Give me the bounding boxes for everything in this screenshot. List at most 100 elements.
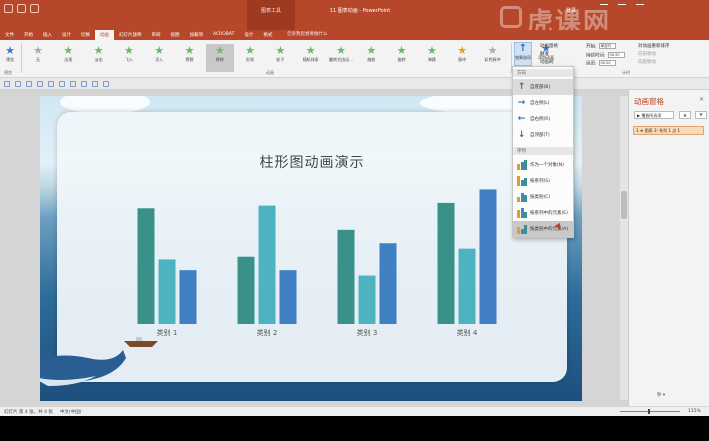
move-earlier-button[interactable]: 向前移动 bbox=[638, 51, 670, 59]
chart-bar[interactable] bbox=[458, 248, 476, 324]
arrow-down-icon: ↓ bbox=[517, 129, 526, 140]
direction-option[interactable]: ← 自右侧(R) bbox=[513, 111, 573, 127]
animation-pane-title: 动画窗格 bbox=[634, 97, 664, 106]
duration-input[interactable]: 00.50 bbox=[607, 51, 625, 58]
animation-star-icon: ★ bbox=[426, 44, 437, 57]
animation-effect-0[interactable]: ★ 无 bbox=[24, 44, 52, 72]
chart-bar[interactable] bbox=[358, 275, 376, 324]
tab-6[interactable]: 幻灯片放映 bbox=[114, 30, 147, 40]
tab-8[interactable]: 视图 bbox=[166, 30, 185, 40]
animation-effect-2[interactable]: ★ 淡出 bbox=[85, 44, 113, 72]
animation-effect-12[interactable]: ★ 旋转 bbox=[388, 44, 416, 72]
toolbar-tool-icon[interactable] bbox=[37, 81, 43, 87]
close-icon[interactable] bbox=[636, 4, 644, 12]
chart-bar[interactable] bbox=[337, 229, 355, 324]
zoom-slider[interactable] bbox=[620, 409, 680, 414]
effect-options-button[interactable]: ↑ 效果选项 bbox=[514, 42, 532, 66]
animation-effect-label: 劈裂 bbox=[185, 57, 194, 62]
undo-icon[interactable] bbox=[17, 4, 26, 13]
powerpoint-window: 图表工具 11 图表动画 - PowerPoint 登录 虎课网 文件 开始 插入设… bbox=[0, 0, 709, 441]
animation-effect-14[interactable]: ★ 脉冲 bbox=[448, 44, 476, 72]
tab-4[interactable]: 切换 bbox=[76, 30, 95, 40]
chart-bar[interactable] bbox=[479, 189, 497, 324]
tab-7[interactable]: 审阅 bbox=[147, 30, 166, 40]
tab-10[interactable]: ACROBAT bbox=[208, 30, 239, 40]
slide[interactable]: 柱形图动画演示 类别 1 类别 2 类别 3 类别 4 bbox=[40, 96, 582, 401]
sequence-option[interactable]: 按系列(S) bbox=[513, 173, 573, 189]
chart-bar[interactable] bbox=[258, 205, 276, 324]
tab-0[interactable]: 文件 bbox=[0, 30, 19, 40]
animation-effect-9[interactable]: ★ 随机线条 bbox=[297, 44, 325, 72]
delay-input[interactable]: 00.00 bbox=[598, 60, 616, 66]
tab-2[interactable]: 插入 bbox=[38, 30, 57, 40]
animation-effect-label: 出现 bbox=[64, 57, 73, 62]
animation-effect-1[interactable]: ★ 出现 bbox=[54, 44, 82, 72]
direction-option[interactable]: → 自左侧(L) bbox=[513, 95, 573, 111]
toolbar-tool-icon[interactable] bbox=[4, 81, 10, 87]
direction-header: 方向 bbox=[513, 69, 573, 77]
animation-effect-11[interactable]: ★ 缩放 bbox=[357, 44, 385, 72]
trigger-button[interactable]: 触发 bbox=[540, 51, 558, 59]
sequence-option[interactable]: 按类别中的元素(A) bbox=[513, 221, 573, 237]
preview-button[interactable]: ★ 预览 bbox=[1, 44, 19, 72]
tab-11[interactable]: 设计 bbox=[239, 30, 258, 40]
maximize-icon[interactable] bbox=[618, 4, 626, 12]
chart-bar[interactable] bbox=[437, 202, 455, 324]
tab-9[interactable]: 加载项 bbox=[185, 30, 209, 40]
animation-effect-10[interactable]: ★ 翻转式由远... bbox=[327, 44, 355, 72]
tab-3[interactable]: 设计 bbox=[57, 30, 76, 40]
animation-effect-7[interactable]: ★ 形状 bbox=[236, 44, 264, 72]
animation-effect-3[interactable]: ★ 飞入 bbox=[115, 44, 143, 72]
toolbar-tool-icon[interactable] bbox=[48, 81, 54, 87]
animation-effect-4[interactable]: ★ 浮入 bbox=[145, 44, 173, 72]
animation-effect-5[interactable]: ★ 劈裂 bbox=[176, 44, 204, 72]
language-indicator[interactable]: 中文(中国) bbox=[60, 409, 82, 415]
animation-effect-6[interactable]: ★ 擦除 bbox=[205, 44, 234, 72]
tab-1[interactable]: 开始 bbox=[19, 30, 38, 40]
toolbar-tool-icon[interactable] bbox=[59, 81, 65, 87]
toolbar-tool-icon[interactable] bbox=[103, 81, 109, 87]
chart-bar[interactable] bbox=[237, 256, 255, 324]
toolbar-tool-icon[interactable] bbox=[81, 81, 87, 87]
toolbar-tool-icon[interactable] bbox=[92, 81, 98, 87]
timeline-seconds[interactable]: 秒 ▾ bbox=[657, 392, 665, 398]
sequence-chart-icon bbox=[516, 159, 527, 171]
play-selected-button[interactable]: ▶ 播放所选项 bbox=[634, 111, 674, 119]
zoom-slider-thumb[interactable] bbox=[648, 409, 650, 414]
chart-bar[interactable] bbox=[379, 243, 397, 324]
tell-me-search[interactable]: 告诉我您想要做什么 bbox=[287, 31, 328, 37]
zoom-level[interactable]: 115% bbox=[688, 409, 701, 414]
sequence-option[interactable]: 按类别(C) bbox=[513, 189, 573, 205]
tab-12[interactable]: 格式 bbox=[258, 30, 277, 40]
timing-group-label: 计时 bbox=[622, 70, 630, 75]
chart-bar[interactable] bbox=[279, 270, 297, 324]
animation-effect-15[interactable]: ★ 彩色脉冲 bbox=[479, 44, 507, 72]
vertical-scrollbar[interactable] bbox=[620, 96, 628, 400]
animation-effect-label: 脉冲 bbox=[458, 57, 467, 62]
chart-bar[interactable] bbox=[158, 259, 176, 324]
sequence-option[interactable]: 按系列中的元素(E) bbox=[513, 205, 573, 221]
direction-option[interactable]: ↓ 自顶部(T) bbox=[513, 127, 573, 143]
tab-5[interactable]: 动画 bbox=[95, 30, 114, 40]
sequence-option-label: 按类别(C) bbox=[530, 195, 551, 200]
save-icon[interactable] bbox=[4, 4, 13, 13]
animation-effect-13[interactable]: ★ 弹跳 bbox=[418, 44, 446, 72]
close-icon[interactable]: ✕ bbox=[699, 96, 704, 103]
scrollbar-thumb[interactable] bbox=[621, 191, 627, 219]
move-later-button[interactable]: 向后移动 bbox=[638, 59, 670, 67]
move-down-icon[interactable]: ▼ bbox=[695, 111, 707, 119]
redo-icon[interactable] bbox=[30, 4, 39, 13]
animation-effect-8[interactable]: ★ 轮子 bbox=[266, 44, 294, 72]
move-up-icon[interactable]: ▲ bbox=[679, 111, 691, 119]
start-select[interactable]: 单击时 bbox=[598, 43, 616, 49]
animation-list-item[interactable]: 1 ★ 图表 3: 系列 1 点 1 bbox=[633, 126, 704, 135]
animation-pane-button[interactable]: 动画窗格 bbox=[540, 43, 558, 51]
toolbar-tool-icon[interactable] bbox=[15, 81, 21, 87]
chart-bar[interactable] bbox=[137, 208, 155, 324]
toolbar-tool-icon[interactable] bbox=[70, 81, 76, 87]
chart-bar[interactable] bbox=[179, 270, 197, 324]
direction-option[interactable]: ↑ 自底部(B) bbox=[513, 79, 573, 95]
sequence-option[interactable]: 作为一个对象(N) bbox=[513, 157, 573, 173]
toolbar-tool-icon[interactable] bbox=[26, 81, 32, 87]
direction-option-label: 自底部(B) bbox=[530, 85, 551, 90]
